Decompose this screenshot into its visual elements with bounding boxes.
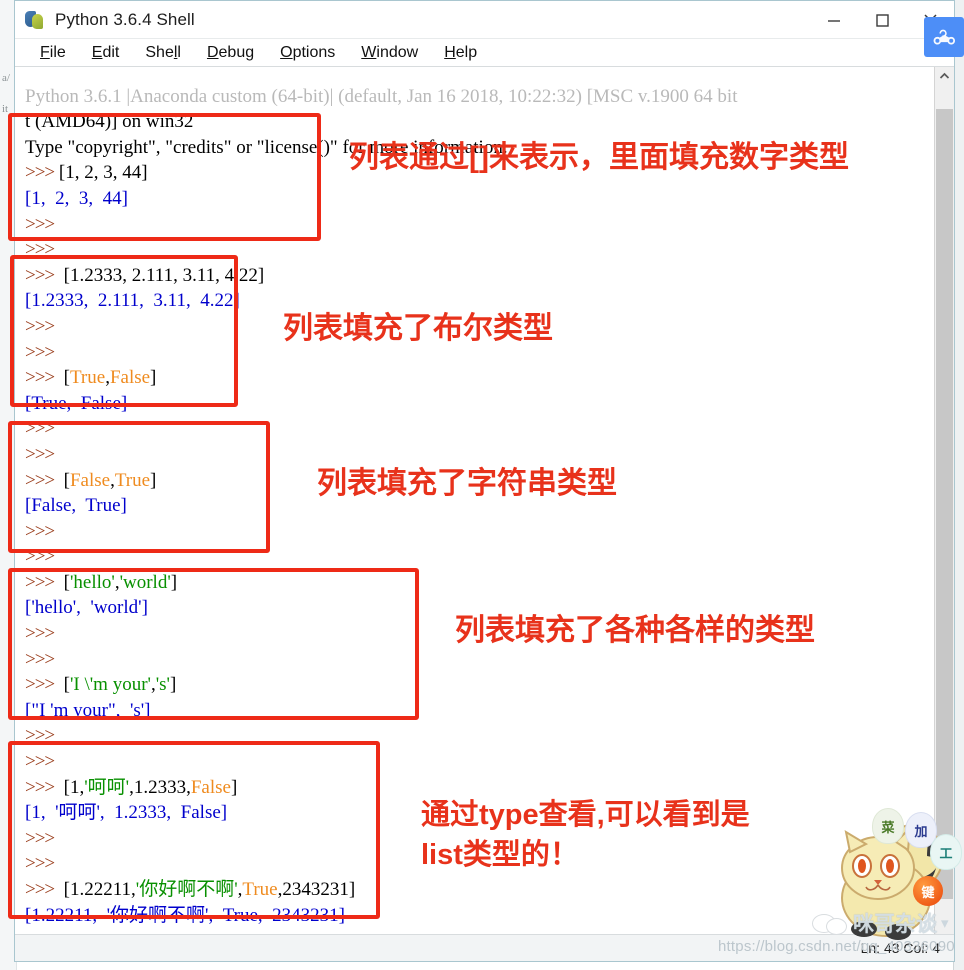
shell-line: >>>: [25, 648, 55, 670]
shell-line: >>> ['hello','world']: [25, 571, 178, 593]
shell-line: >>>: [25, 418, 55, 440]
shell-line: [1, 2, 3, 44]: [25, 187, 128, 209]
menu-item-window[interactable]: Window: [348, 44, 431, 62]
wechat-bubble-icon: [812, 911, 850, 935]
shell-line: [True, False]: [25, 392, 128, 414]
shell-line: >>>: [25, 725, 55, 747]
vertical-scrollbar[interactable]: [934, 67, 954, 934]
window-title: Python 3.6.4 Shell: [55, 9, 195, 29]
menu-item-edit[interactable]: Edit: [79, 44, 133, 62]
menu-item-file[interactable]: File: [27, 44, 79, 62]
shell-line: >>>: [25, 443, 55, 465]
shell-line: >>> [True,False]: [25, 367, 157, 389]
shell-line: >>>: [25, 546, 55, 568]
shell-line: >>>: [25, 853, 55, 875]
blog-url-watermark: https://blog.csdn.net/qq_40336090: [718, 938, 955, 955]
chevron-down-icon: ▾: [941, 915, 949, 932]
sticker-badge-teal: 工: [930, 834, 962, 870]
shell-line: >>>: [25, 751, 55, 773]
python-logo-icon: [24, 9, 46, 31]
banner-line-2: t (AMD64)] on win32: [25, 111, 194, 133]
shell-line: >>> [1.2333, 2.111, 3.11, 4.22]: [25, 264, 265, 286]
shell-line: >>> ['I \'m your','s']: [25, 674, 177, 696]
scrollbar-thumb[interactable]: [936, 109, 953, 899]
shell-line: [1.22211, '你好啊不啊', True, 2343231]: [25, 904, 345, 926]
sticker-badge-green: 菜: [872, 808, 904, 844]
shell-line: ["I 'm your", 's']: [25, 699, 151, 721]
sticker-badge-orange: 键: [913, 876, 943, 906]
wechat-account-name: 咪哥杂谈: [853, 913, 937, 936]
minimize-button[interactable]: [810, 1, 858, 38]
banner-line-1: Python 3.6.1 |Anaconda custom (64-bit)| …: [25, 85, 738, 107]
shell-line: >>> [1.22211,'你好啊不啊',True,2343231]: [25, 879, 356, 900]
shell-line: >>>: [25, 520, 55, 542]
maximize-button[interactable]: [858, 1, 906, 38]
shell-line: >>>: [25, 239, 55, 261]
menu-item-options[interactable]: Options: [267, 44, 348, 62]
scroll-up-button[interactable]: [935, 67, 954, 86]
menu-item-shell[interactable]: Shell: [132, 44, 194, 62]
annotation-numeric: 列表通过[]来表示，里面填充数字类型: [349, 141, 849, 174]
baidu-netdisk-icon[interactable]: [924, 17, 964, 57]
shell-line: >>> [1,'呵呵',1.2333,False]: [25, 776, 238, 798]
annotation-mixed: 列表填充了各种各样的类型: [455, 614, 815, 647]
menubar: File Edit Shell Debug Options Window Hel…: [15, 39, 954, 67]
shell-line: >>>: [25, 213, 55, 235]
window-titlebar: Python 3.6.4 Shell: [15, 1, 954, 39]
annotation-type-line2: list类型的！: [421, 839, 579, 871]
menu-item-debug[interactable]: Debug: [194, 44, 267, 62]
annotation-string: 列表填充了字符串类型: [317, 467, 617, 500]
menu-item-help[interactable]: Help: [431, 44, 490, 62]
wechat-watermark: 咪哥杂谈 ▾: [812, 908, 949, 938]
annotation-boolean: 列表填充了布尔类型: [283, 312, 553, 345]
desktop-background: a/ it Python 3.6.4 Shell File Edit Shell…: [0, 0, 964, 970]
annotation-type-line1: 通过type查看,可以看到是: [421, 799, 750, 831]
